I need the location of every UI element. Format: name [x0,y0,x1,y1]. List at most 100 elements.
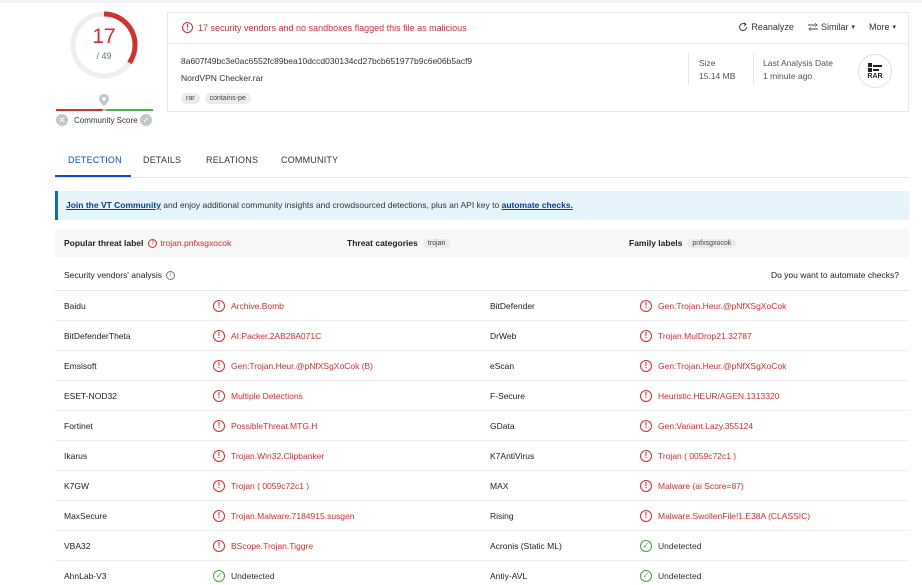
automate-checks-prompt[interactable]: Do you want to automate checks? [771,270,899,280]
thumbs-down-icon[interactable]: ✕ [56,114,68,126]
refresh-icon [739,22,748,32]
community-score-row: ✕ Community Score ✓ [56,114,154,128]
result-text: Trojan.Malware.7184915.susgen [231,511,355,521]
table-row: BitDefenderTheta! AI:Packer.2AB28A071C DrW… [55,321,909,351]
result-text: BScope.Trojan.Tiggre [231,541,314,551]
tab-detection[interactable]: DETECTION [68,155,122,165]
file-hash[interactable]: 8a607f49bc3e0ac6552fc89bea10dccd030134cd… [181,56,472,66]
alert-exclamation-icon: ! [213,510,225,522]
popular-threat-text: trojan.pnfxsgxocok [160,238,232,248]
vendor-name: DrWeb [490,331,517,341]
vendor-name: F-Secure [490,391,525,401]
family-labels-title: Family labels [629,238,683,248]
tab-relations[interactable]: RELATIONS [206,155,258,165]
divider [688,53,689,85]
result-text: Archive.Bomb [231,301,284,311]
reanalyze-label: Reanalyze [751,22,794,32]
detection-result: ! AI:Packer.2AB28A071C [213,330,321,342]
top-border [0,0,922,3]
vendors-table: Baidu! Archive.Bomb BitDefender! Gen:Trojan… [55,290,909,585]
detection-result: ! Trojan.Malware.7184915.susgen [213,510,354,522]
threat-category-tag[interactable]: trojan [422,238,451,248]
alert-exclamation-icon: ! [213,390,225,402]
community-score-bar [56,109,153,111]
alert-exclamation-icon: ! [640,480,652,492]
more-label: More [868,22,890,32]
threat-categories: Threat categories trojan [347,238,451,248]
vendors-analysis-header: Security vendors' analysis i Do you want… [55,265,909,287]
thumbs-up-icon[interactable]: ✓ [140,114,152,126]
vendors-analysis-title-text: Security vendors' analysis [64,270,162,280]
detection-result: ! Malware (ai Score=87) [640,480,744,492]
last-analysis: Last Analysis Date 1 minute ago [763,57,833,83]
detection-result: ! Trojan.Win32.Clipbanker [213,450,324,462]
last-analysis-label: Last Analysis Date [763,58,833,68]
engine-total: / 49 [96,51,112,61]
automate-checks-link[interactable]: automate checks. [502,200,573,210]
tag-contains-pe[interactable]: contains-pe [204,93,251,104]
result-text: AI:Packer.2AB28A071C [231,331,322,341]
size-label: Size [699,58,716,68]
alert-exclamation-icon: ! [213,300,225,312]
vendor-name: Ikarus [64,451,88,461]
divider [168,43,908,44]
divider [753,53,754,85]
join-community-link[interactable]: Join the VT Community [66,200,161,210]
result-text: Trojan.Win32.Clipbanker [231,451,325,461]
location-pin-icon [99,94,109,106]
table-row: Baidu! Archive.Bomb BitDefender! Gen:Trojan… [55,291,909,321]
reanalyze-button[interactable]: Reanalyze [738,22,794,32]
detection-result: ! Trojan ( 0059c72c1 ) [213,480,309,492]
vendor-name: Antiy-AVL [490,571,528,581]
result-text: Trojan ( 0059c72c1 ) [658,451,737,461]
similar-dropdown[interactable]: Similar ▾ [807,22,855,32]
chevron-down-icon: ▾ [892,24,896,31]
popular-threat-label: Popular threat label ! trojan.pnfxsgxocok [64,238,231,248]
community-score-label: Community Score [74,116,138,125]
vendor-name: AhnLab-V3 [64,571,107,581]
alert-exclamation-icon: ! [640,450,652,462]
vendor-name: Baidu [64,301,86,311]
result-text: Malware (ai Score=87) [658,481,744,491]
vendor-name: VBA32 [64,541,91,551]
similar-label: Similar [820,22,849,32]
tag-rar[interactable]: rar [181,93,200,104]
result-text: Undetected [658,571,702,581]
detection-result: ! Malware.SwollenFile!1.E38A (CLASSIC) [640,510,810,522]
vendor-name: BitDefender [490,301,535,311]
file-type-badge: RAR [858,54,892,88]
info-icon[interactable]: i [166,270,175,280]
result-text: Gen:Trojan.Heur.@pNfXSgXoCok [658,361,787,371]
more-dropdown[interactable]: More ▾ [869,22,896,32]
vendor-name: K7AntiVirus [490,451,535,461]
file-name: NordVPN Checker.rar [181,73,264,83]
threat-summary: Popular threat label ! trojan.pnfxsgxocok… [55,229,909,257]
detection-result: ! PossibleThreat.MTG.H [213,420,317,432]
alert-exclamation-icon: ! [213,330,225,342]
vendor-name: Fortinet [64,421,93,431]
check-circle-icon: ✓ [640,540,652,552]
table-row: Ikarus! Trojan.Win32.Clipbanker K7AntiViru… [55,441,909,471]
vendor-name: BitDefenderTheta [64,331,131,341]
alert-exclamation-icon: ! [213,360,225,372]
alert-exclamation-icon: ! [148,238,158,248]
result-text: Undetected [231,571,275,581]
family-label-tag[interactable]: pnfxsgxocok [687,238,737,248]
table-row: MaxSecure! Trojan.Malware.7184915.susgen R… [55,501,909,531]
vendor-name: K7GW [64,481,90,491]
tab-details[interactable]: DETAILS [143,155,181,165]
result-text: Multiple Detections [231,391,303,401]
vendor-name: GData [490,421,515,431]
vendor-name: Acronis (Static ML) [490,541,562,551]
alert-exclamation-icon: ! [640,420,652,432]
tab-community[interactable]: COMMUNITY [281,155,338,165]
popular-threat-value[interactable]: ! trojan.pnfxsgxocok [148,238,231,248]
vendor-name: ESET-NOD32 [64,391,117,401]
size-value: 15.14 MB [699,71,736,81]
alert-exclamation-icon: ! [640,510,652,522]
vendor-name: MaxSecure [64,511,107,521]
detection-result: ! Multiple Detections [213,390,303,402]
check-circle-icon: ✓ [640,570,652,582]
file-tags: rar contains-pe [181,93,251,104]
undetected-result: ✓ Undetected [640,570,701,582]
